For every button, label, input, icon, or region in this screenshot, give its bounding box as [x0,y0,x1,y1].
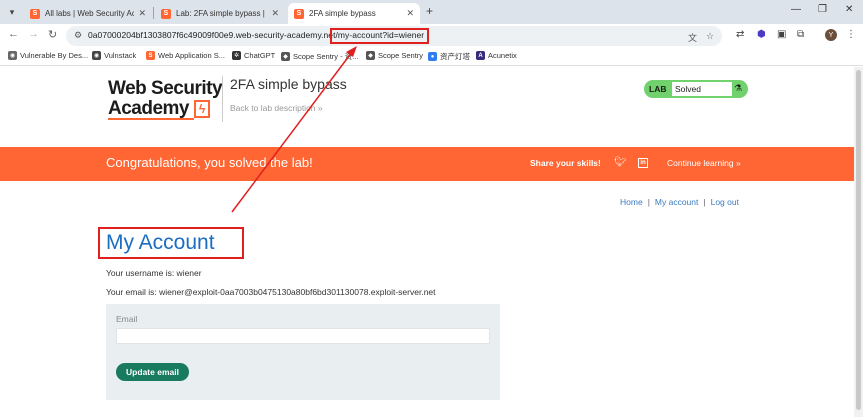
tab-title: 2FA simple bypass [309,9,376,18]
bookmark-label: Vulnerable By Des... [20,51,89,60]
bookmark-item[interactable]: ◆ Scope Sentry - 资... [281,51,358,62]
lab-status-badge: LAB Solved ⚗ [644,80,748,98]
close-tab-icon[interactable]: ✕ [271,8,279,19]
extensions-puzzle-icon[interactable]: ⧉ [797,29,804,40]
tab-divider [153,7,154,19]
my-account-link[interactable]: My account [655,197,698,207]
bookmark-label: Vulnstack [104,51,137,60]
nav-separator: | [703,197,706,207]
lab-title: 2FA simple bypass [230,76,347,92]
update-email-form [106,304,500,400]
linkedin-icon[interactable]: in [638,158,648,168]
log-out-link[interactable]: Log out [711,197,739,207]
bookmark-label: ChatGPT [244,51,276,60]
profile-avatar[interactable]: Y [825,29,837,41]
scope-sentry-icon: ◆ [281,52,290,61]
lightning-bolt-icon: ϟ [194,100,210,118]
tab-2fa-simple-bypass[interactable]: S 2FA simple bypass ✕ [288,3,420,24]
email-text: Your email is: wiener@exploit-0aa7003b04… [106,287,436,297]
tab-search-icon[interactable]: ▾ [4,4,20,20]
bookmark-item[interactable]: ✲ ChatGPT [232,51,275,60]
nav-separator: | [647,197,650,207]
extension-copy-icon[interactable]: ▣ [777,29,786,40]
bookmark-item[interactable]: ◉ Vulnerable By Des... [8,51,88,60]
extension-icon[interactable]: ⇄ [736,29,744,40]
twitter-icon[interactable]: 🐦︎ [614,157,627,168]
congratulations-message: Congratulations, you solved the lab! [106,155,313,170]
flask-icon: ⚗ [734,83,743,93]
scrollbar-thumb[interactable] [856,70,861,410]
bookmark-label: Scope Sentry [378,51,424,60]
tab-strip: ▾ S All labs | Web Security Acade ✕ S La… [0,0,863,24]
extension-hex-icon[interactable]: ⬢ [757,29,766,40]
translate-icon[interactable]: 文 [688,31,697,44]
portswigger-icon: S [146,51,155,60]
close-tab-icon[interactable]: ✕ [138,8,146,19]
double-chevron-right-icon: » [736,158,741,168]
bookmarks-bar: ◉ Vulnerable By Des... ◉ Vulnstack S Web Ap… [0,48,863,66]
minimize-icon[interactable]: — [791,4,801,15]
bookmark-item[interactable]: ◉ Vulnstack [92,51,136,60]
back-arrow-icon[interactable]: ← [8,28,19,40]
chatgpt-icon: ✲ [232,51,241,60]
globe-icon: ◉ [92,51,101,60]
bookmark-star-icon[interactable]: ☆ [706,31,714,42]
bookmark-item[interactable]: S Web Application S... [146,51,225,60]
lab-status-text: Solved [672,82,732,96]
portswigger-favicon-icon: S [294,8,304,19]
double-chevron-right-icon: » [317,103,323,113]
home-link[interactable]: Home [620,197,643,207]
lighthouse-icon: ● [428,52,437,61]
site-info-icon[interactable]: ⚙ [74,30,82,41]
browser-menu-icon[interactable]: ⋮ [846,29,856,40]
logo-line1: Web Security [108,78,223,99]
back-link-label: Back to lab description [230,103,316,113]
new-tab-icon[interactable]: + [426,4,433,18]
forward-arrow-icon[interactable]: → [28,28,39,40]
globe-icon: ◉ [8,51,17,60]
bookmark-label: Scope Sentry - 资... [293,52,359,61]
email-field-label: Email [116,314,138,324]
tab-all-labs[interactable]: S All labs | Web Security Acade ✕ [24,3,152,24]
bookmark-item[interactable]: A Acunetix [476,51,517,60]
lab-badge-label: LAB [649,84,667,94]
bookmark-label: Web Application S... [158,51,225,60]
close-tab-icon[interactable]: ✕ [406,8,414,19]
bookmark-label: Acunetix [488,51,517,60]
logo-underline [108,118,194,120]
bookmark-item[interactable]: ● 资产灯塔 [428,51,470,62]
title-annotation-box [98,227,244,259]
username-text: Your username is: wiener [106,268,202,278]
acunetix-icon: A [476,51,485,60]
maximize-icon[interactable]: ❐ [818,4,827,15]
tab-lab-description[interactable]: S Lab: 2FA simple bypass | Web ✕ [155,3,285,24]
profile-initial: Y [828,31,834,39]
close-window-icon[interactable]: ✕ [845,4,853,15]
update-email-button[interactable]: Update email [116,363,189,381]
logo-line2: Academy [108,98,190,119]
continue-learning-link[interactable]: Continue learning » [667,158,741,168]
tab-title: Lab: 2FA simple bypass | Web [176,9,267,18]
share-skills-label: Share your skills! [530,158,601,168]
portswigger-favicon-icon: S [161,8,171,19]
reload-icon[interactable]: ↻ [48,28,57,41]
account-nav: Home | My account | Log out [620,197,739,207]
bookmark-item[interactable]: ◆ Scope Sentry [366,51,423,60]
browser-toolbar: ← → ↻ ⚙ 0a07000204bf1303807f6c49009f00e9… [0,24,863,48]
portswigger-favicon-icon: S [30,8,40,19]
tab-title: All labs | Web Security Acade [45,9,135,18]
web-security-academy-logo[interactable]: Web Security Academy ϟ [108,78,223,120]
scope-sentry-icon: ◆ [366,51,375,60]
header-divider [222,76,223,122]
continue-learning-label: Continue learning [667,158,734,168]
bookmark-label: 资产灯塔 [440,52,470,61]
email-field[interactable] [116,328,490,344]
back-to-lab-description-link[interactable]: Back to lab description » [230,103,323,113]
url-annotation-box [330,28,429,44]
